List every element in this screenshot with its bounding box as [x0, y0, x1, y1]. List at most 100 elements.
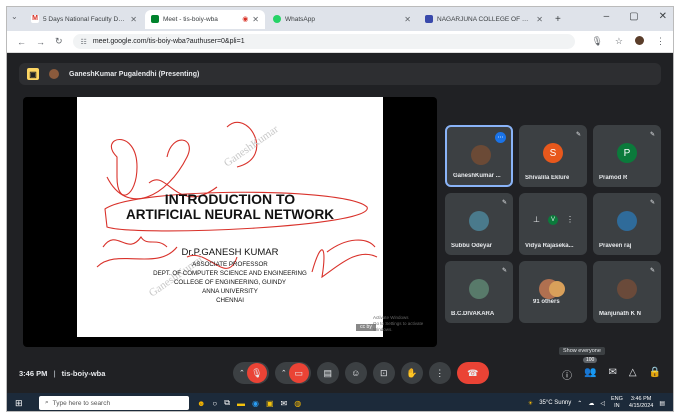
right-controls: ⓘ 👥 ✉ △ 🔒	[562, 367, 661, 382]
slide-department: DEPT. OF COMPUTER SCIENCE AND ENGINEERIN…	[153, 270, 307, 277]
slide-university: ANNA UNIVERSITY	[202, 288, 258, 295]
gmail-icon: M	[31, 15, 39, 23]
profile-avatar[interactable]	[635, 36, 644, 45]
more-options-button[interactable]: ⋮	[428, 362, 451, 384]
browser-tab-whatsapp[interactable]: WhatsApp ✕	[267, 10, 417, 29]
activation-watermark: Activate Windows Go to Settings to activ…	[373, 315, 437, 333]
mic-off-icon[interactable]: 🎙	[246, 363, 267, 383]
pin-icon[interactable]: ⊥	[533, 215, 540, 225]
cortana-icon[interactable]: ○	[212, 399, 217, 408]
bookmark-star-icon[interactable]: ☆	[615, 36, 623, 47]
raise-hand-button[interactable]: ✋	[400, 362, 423, 384]
participant-tile[interactable]: ⋯ GaneshKumar ...	[445, 125, 513, 187]
volume-icon[interactable]: ◁	[600, 400, 605, 407]
windows-start-icon[interactable]: ⊞	[15, 398, 29, 409]
mail-icon[interactable]: ✉	[281, 399, 288, 408]
tab-title: Meet - tis-boiy-wba	[163, 15, 218, 23]
activities-icon[interactable]: △	[629, 367, 637, 382]
reload-icon[interactable]: ↻	[55, 36, 63, 47]
tile-hover-controls: ⊥ V ⋮	[533, 215, 574, 225]
participant-tile[interactable]: S ✎ Shivalila Eklure	[519, 125, 587, 187]
search-icon: ⌕	[45, 399, 49, 406]
close-window-button[interactable]: ✕	[659, 11, 667, 22]
participant-name: Praveen raj	[599, 243, 632, 249]
browser-tab-meet[interactable]: Meet - tis-boiy-wba ◉ ✕	[145, 9, 265, 29]
close-icon[interactable]: ✕	[536, 15, 543, 24]
leave-call-button[interactable]: ☎	[456, 362, 489, 384]
back-arrow-icon[interactable]: ←	[17, 37, 26, 47]
participant-tile[interactable]: ✎ B.C.DIVAKARA	[445, 261, 513, 323]
clock[interactable]: 3:46 PM 4/15/2024	[629, 396, 653, 410]
language: ENG	[610, 396, 623, 402]
more-options-icon[interactable]: ⋯	[495, 132, 506, 143]
avatar	[471, 145, 491, 165]
avatar	[617, 211, 637, 231]
store-icon[interactable]: ▣	[266, 399, 274, 408]
minimize-button[interactable]: –	[604, 11, 610, 22]
meeting-details-icon[interactable]: ⓘ	[562, 367, 572, 382]
network-icon[interactable]: ☁	[588, 400, 594, 407]
notifications-icon[interactable]: ▤	[659, 400, 665, 407]
chrome-icon[interactable]: ◍	[294, 399, 301, 408]
participant-tile[interactable]: ⊥ V ⋮ Vidya Rajaseka...	[519, 193, 587, 255]
avatar: P	[617, 143, 637, 163]
meeting-code: tis-boiy-wba	[61, 369, 106, 378]
tab-title: 5 Days National Faculty Develo	[43, 15, 127, 23]
chevron-up-icon[interactable]: ⌃	[281, 369, 287, 377]
avatar	[469, 211, 489, 231]
chat-icon[interactable]: ✉	[608, 367, 616, 382]
file-explorer-icon[interactable]: ▬	[237, 399, 245, 408]
participant-tile[interactable]: P ✎ Pramod R	[593, 125, 661, 187]
new-tab-button[interactable]: +	[555, 14, 561, 25]
host-controls-icon[interactable]: 🔒	[649, 367, 661, 382]
close-icon[interactable]: ✕	[130, 15, 137, 24]
chevron-up-icon[interactable]: ⌃	[239, 369, 245, 377]
close-icon[interactable]: ✕	[404, 15, 411, 24]
present-icon[interactable]: ▣	[27, 68, 39, 80]
browser-tab-nagarjuna[interactable]: NAGARJUNA COLLEGE OF ENG ✕	[419, 10, 549, 29]
participant-tile[interactable]: ✎ Subbu Odeyar	[445, 193, 513, 255]
presenting-bar: ▣ GaneshKumar Pugalendhi (Presenting)	[19, 63, 661, 85]
browser-tab-faculty[interactable]: M 5 Days National Faculty Develo ✕	[25, 10, 143, 29]
edge-icon[interactable]: ◉	[252, 399, 259, 408]
participant-tile[interactable]: ✎ Manjunath K N	[593, 261, 661, 323]
participant-name: Shivalila Eklure	[525, 175, 570, 181]
participant-name: B.C.DIVAKARA	[451, 311, 495, 317]
system-tray: ☀ 35°C Sunny ⌃ ☁ ◁ ENG IN 3:46 PM 4/15/2…	[528, 396, 665, 410]
tab-search-icon[interactable]: ⌄	[11, 12, 18, 21]
window-controls: – ▢ ✕	[604, 11, 667, 22]
meeting-controls-bar: 3:46 PM | tis-boiy-wba ⌃ 🎙 ⌃ ▭ ▤ ☺ ⊡ ✋ ⋮…	[7, 359, 673, 389]
participant-tile[interactable]: ✎ Praveen raj	[593, 193, 661, 255]
task-view-icon[interactable]: ⧉	[224, 398, 230, 408]
kebab-menu-icon[interactable]: ⋮	[566, 215, 574, 225]
meeting-info: 3:46 PM | tis-boiy-wba	[19, 369, 105, 378]
weather-text[interactable]: 35°C Sunny	[539, 400, 571, 406]
news-widget-icon[interactable]: ☻	[197, 399, 205, 408]
address-bar[interactable]: ☷ meet.google.com/tis-boiy-wba?authuser=…	[72, 34, 576, 49]
microphone-icon[interactable]: 🎙	[591, 36, 602, 47]
close-icon[interactable]: ✕	[252, 15, 259, 24]
mic-button-group[interactable]: ⌃ 🎙	[233, 362, 269, 384]
tab-title: NAGARJUNA COLLEGE OF ENG	[437, 15, 533, 23]
mic-off-icon: ✎	[649, 200, 655, 206]
others-tile[interactable]: 91 others	[519, 261, 587, 323]
participant-name: Pramod R	[599, 175, 628, 181]
kebab-menu-icon[interactable]: ⋮	[656, 36, 665, 47]
forward-arrow-icon[interactable]: →	[36, 37, 45, 47]
site-info-icon[interactable]: ☷	[81, 38, 87, 46]
camera-off-icon[interactable]: ▭	[288, 363, 309, 383]
recording-icon: ◉	[242, 16, 249, 23]
people-icon[interactable]: 👥	[584, 367, 596, 382]
language-indicator[interactable]: ENG IN	[611, 396, 623, 410]
mic-off-icon: ✎	[649, 268, 655, 274]
tray-overflow-icon[interactable]: ⌃	[577, 400, 582, 407]
present-screen-button[interactable]: ⊡	[372, 362, 395, 384]
camera-button-group[interactable]: ⌃ ▭	[274, 362, 311, 384]
captions-button[interactable]: ▤	[316, 362, 339, 384]
clock-time: 3:46 PM	[630, 396, 652, 402]
emoji-button[interactable]: ☺	[344, 362, 367, 384]
show-everyone-tooltip: Show everyone	[559, 347, 605, 355]
taskbar-search[interactable]: ⌕ Type here to search	[39, 396, 189, 410]
maximize-button[interactable]: ▢	[629, 11, 638, 22]
shared-screen: GaneshKumar GaneshKumar INTRODUCTION TO …	[23, 97, 437, 347]
